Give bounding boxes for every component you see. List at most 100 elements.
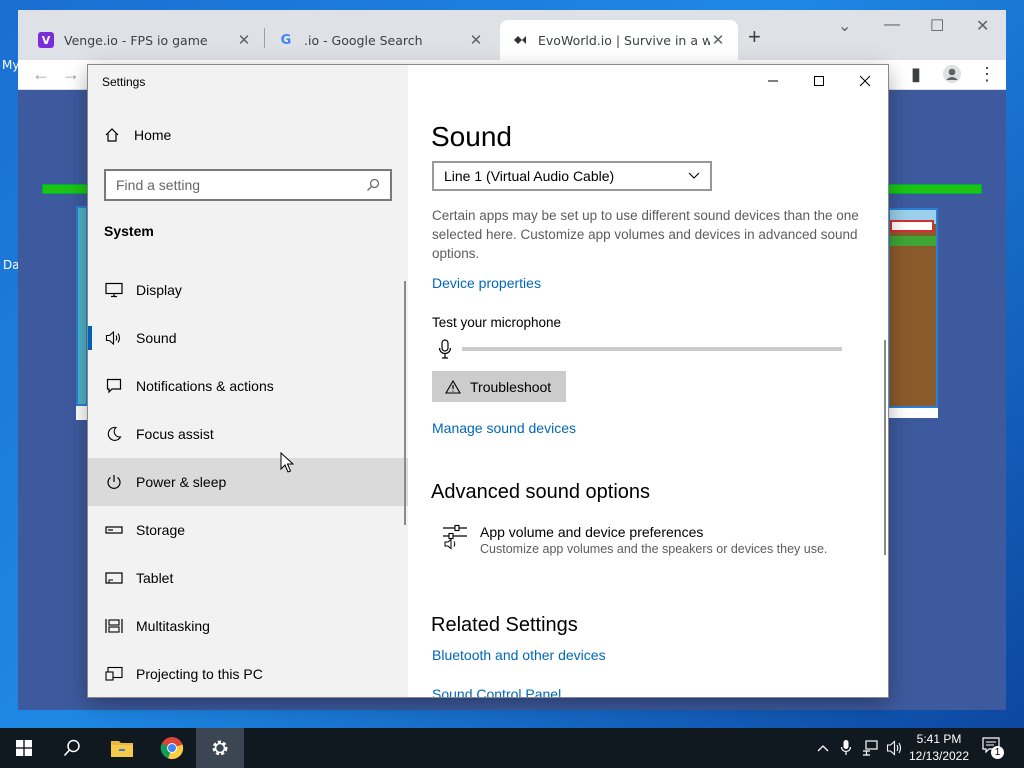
sound-control-panel-link[interactable]: Sound Control Panel [432, 686, 561, 697]
nav-item-storage[interactable]: Storage [88, 506, 408, 554]
nav-home[interactable]: Home [104, 127, 171, 143]
close-window-icon[interactable]: ✕ [976, 16, 989, 36]
health-bar [888, 184, 982, 194]
close-tab-icon[interactable]: ✕ [236, 31, 252, 49]
search-box[interactable] [104, 169, 392, 201]
search-icon [367, 178, 380, 191]
settings-taskbar-button[interactable] [196, 728, 244, 768]
nav-item-tablet[interactable]: Tablet [88, 554, 408, 602]
notification-badge: 1 [991, 746, 1004, 759]
page-title: Sound [431, 121, 512, 152]
date-label: 12/13/2022 [908, 749, 970, 763]
window-title: Settings [102, 75, 146, 89]
nav-item-label: Focus assist [136, 426, 214, 442]
notification-icon [104, 376, 124, 396]
profile-avatar[interactable] [942, 64, 962, 89]
chevron-up-icon[interactable] [816, 739, 830, 757]
section-header: System [104, 223, 154, 239]
nav-item-projecting[interactable]: Projecting to this PC [88, 650, 408, 698]
storage-icon [104, 520, 124, 540]
advanced-sound-heading: Advanced sound options [431, 481, 651, 503]
close-tab-icon[interactable]: ✕ [710, 31, 726, 49]
folder-icon [111, 741, 133, 757]
clock[interactable]: 5:41 PM 12/13/2022 [906, 731, 972, 765]
troubleshoot-button[interactable]: Troubleshoot [432, 371, 566, 402]
bluetooth-devices-link[interactable]: Bluetooth and other devices [432, 647, 606, 663]
dropdown-value: Line 1 (Virtual Audio Cable) [444, 168, 615, 184]
app-volume-title: App volume and device preferences [480, 524, 704, 540]
network-icon[interactable] [862, 739, 880, 757]
search-input[interactable] [116, 177, 366, 193]
tablet-icon [104, 568, 124, 588]
minimize-icon[interactable]: — [884, 16, 900, 34]
mic-level-meter [438, 339, 842, 359]
time-label: 5:41 PM [916, 732, 962, 746]
game-frame [888, 408, 938, 418]
settings-nav-list: Display Sound Notifications & actions Fo… [88, 266, 408, 698]
game-viewport-left [76, 206, 88, 406]
gear-icon [212, 740, 228, 756]
browser-tab[interactable]: V Venge.io - FPS io game ✕ [26, 20, 264, 60]
evoworld-favicon-icon [512, 32, 528, 48]
settings-content: Sound Line 1 (Virtual Audio Cable) Certa… [408, 65, 888, 697]
search-button[interactable] [48, 728, 96, 768]
taskbar: 5:41 PM 12/13/2022 1 [0, 728, 1024, 768]
speaker-icon [104, 328, 124, 348]
action-center-button[interactable]: 1 [982, 737, 1006, 759]
venge-favicon-icon: V [38, 32, 54, 48]
moon-icon [104, 424, 124, 444]
chrome-icon [160, 737, 184, 760]
health-bar [42, 184, 88, 194]
game-frame [76, 406, 88, 420]
nav-item-label: Power & sleep [136, 474, 227, 490]
settings-window: Settings Home System Display Sound Notif… [88, 65, 888, 697]
test-mic-label: Test your microphone [432, 315, 562, 330]
chevron-down-icon [688, 172, 700, 179]
browser-tab-active[interactable]: EvoWorld.io | Survive in a world ✕ [500, 20, 738, 60]
new-tab-button[interactable]: + [748, 24, 761, 50]
desktop-icon-label[interactable]: My [2, 58, 19, 72]
back-icon[interactable]: ← [32, 64, 50, 85]
microphone-tray-icon[interactable] [840, 739, 852, 757]
content-scrollbar[interactable] [884, 340, 886, 555]
nav-item-label: Sound [136, 330, 177, 346]
output-device-dropdown[interactable]: Line 1 (Virtual Audio Cable) [432, 161, 712, 191]
file-explorer-button[interactable] [98, 728, 146, 768]
home-label: Home [134, 127, 172, 143]
game-hud-box [890, 220, 934, 232]
chrome-button[interactable] [148, 728, 196, 768]
browser-tab[interactable]: G .io - Google Search ✕ [266, 20, 496, 60]
maximize-icon[interactable]: ☐ [930, 16, 944, 36]
home-icon [105, 128, 119, 142]
manage-sound-devices-link[interactable]: Manage sound devices [432, 420, 576, 436]
nav-item-notifications[interactable]: Notifications & actions [88, 362, 408, 410]
tab-search-icon[interactable]: ⌄ [838, 16, 851, 36]
sidebar-scrollbar[interactable] [404, 281, 406, 525]
nav-item-multitasking[interactable]: Multitasking [88, 602, 408, 650]
nav-item-display[interactable]: Display [88, 266, 408, 314]
nav-item-label: Storage [136, 522, 186, 538]
nav-item-focus-assist[interactable]: Focus assist [88, 410, 408, 458]
troubleshoot-label: Troubleshoot [470, 378, 552, 395]
tab-title: EvoWorld.io | Survive in a world [538, 32, 710, 48]
volume-icon[interactable] [886, 739, 904, 757]
projector-icon [104, 664, 124, 684]
microphone-icon [438, 339, 452, 359]
app-volume-preferences[interactable]: App volume and device preferences Custom… [442, 524, 862, 556]
tab-title: .io - Google Search [304, 32, 423, 48]
game-grass [890, 236, 936, 246]
browser-tabstrip: V Venge.io - FPS io game ✕ G .io - Googl… [18, 10, 1006, 60]
forward-icon[interactable]: → [62, 64, 80, 85]
nav-item-power-sleep[interactable]: Power & sleep [88, 458, 408, 506]
warning-icon [445, 379, 461, 394]
nav-item-sound[interactable]: Sound [88, 314, 408, 362]
start-button[interactable] [0, 728, 48, 768]
device-properties-link[interactable]: Device properties [432, 275, 541, 291]
multitasking-icon [104, 616, 124, 636]
related-settings-heading: Related Settings [431, 614, 578, 636]
menu-icon[interactable]: ⋮ [978, 64, 996, 85]
nav-item-label: Tablet [136, 570, 174, 586]
side-panel-icon[interactable]: ▮ [911, 64, 921, 85]
nav-item-label: Projecting to this PC [136, 666, 263, 682]
close-tab-icon[interactable]: ✕ [468, 31, 484, 49]
